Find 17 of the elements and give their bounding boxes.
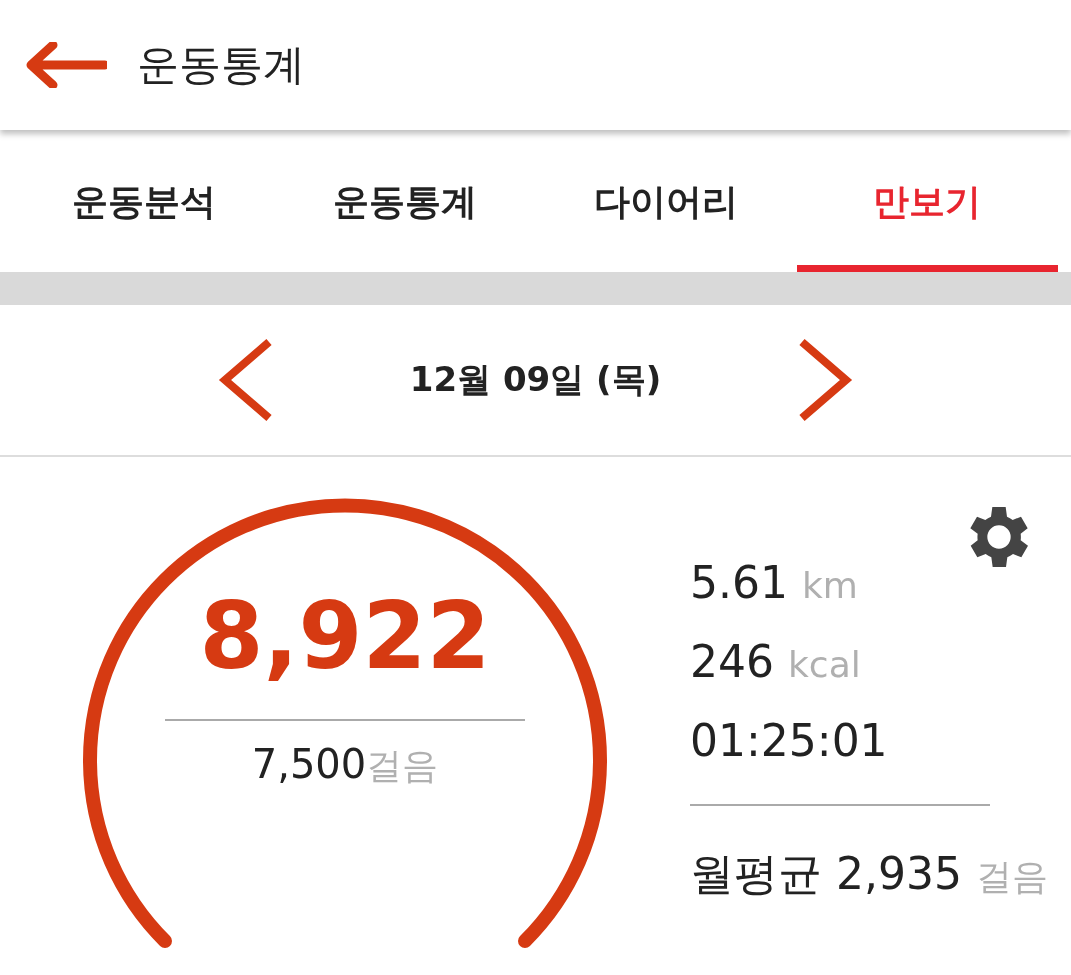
stat-unit: kcal xyxy=(788,644,861,685)
steps-unit: 걸음 xyxy=(975,856,1048,897)
step-count: 8,922 xyxy=(199,587,491,687)
steps-unit: 걸음 xyxy=(366,745,439,786)
goal-steps: 7,500 xyxy=(251,741,367,787)
date-label: 12월 09일 (목) xyxy=(409,358,662,401)
monthly-average-value: 2,935 xyxy=(836,848,962,899)
stat-value: 5.61 xyxy=(690,557,788,608)
back-arrow-icon[interactable] xyxy=(25,42,107,88)
screen-title: 운동통계 xyxy=(137,39,305,91)
monthly-average-label: 월평균 xyxy=(690,848,822,899)
stat-unit: km xyxy=(801,565,858,606)
tab[interactable]: 다이어리 xyxy=(535,140,797,272)
tab[interactable]: 운동통계 xyxy=(274,140,536,272)
tab[interactable]: 운동분석 xyxy=(13,140,275,272)
stat-value: 246 xyxy=(690,636,774,687)
stat-value: 01:25:01 xyxy=(690,715,888,766)
